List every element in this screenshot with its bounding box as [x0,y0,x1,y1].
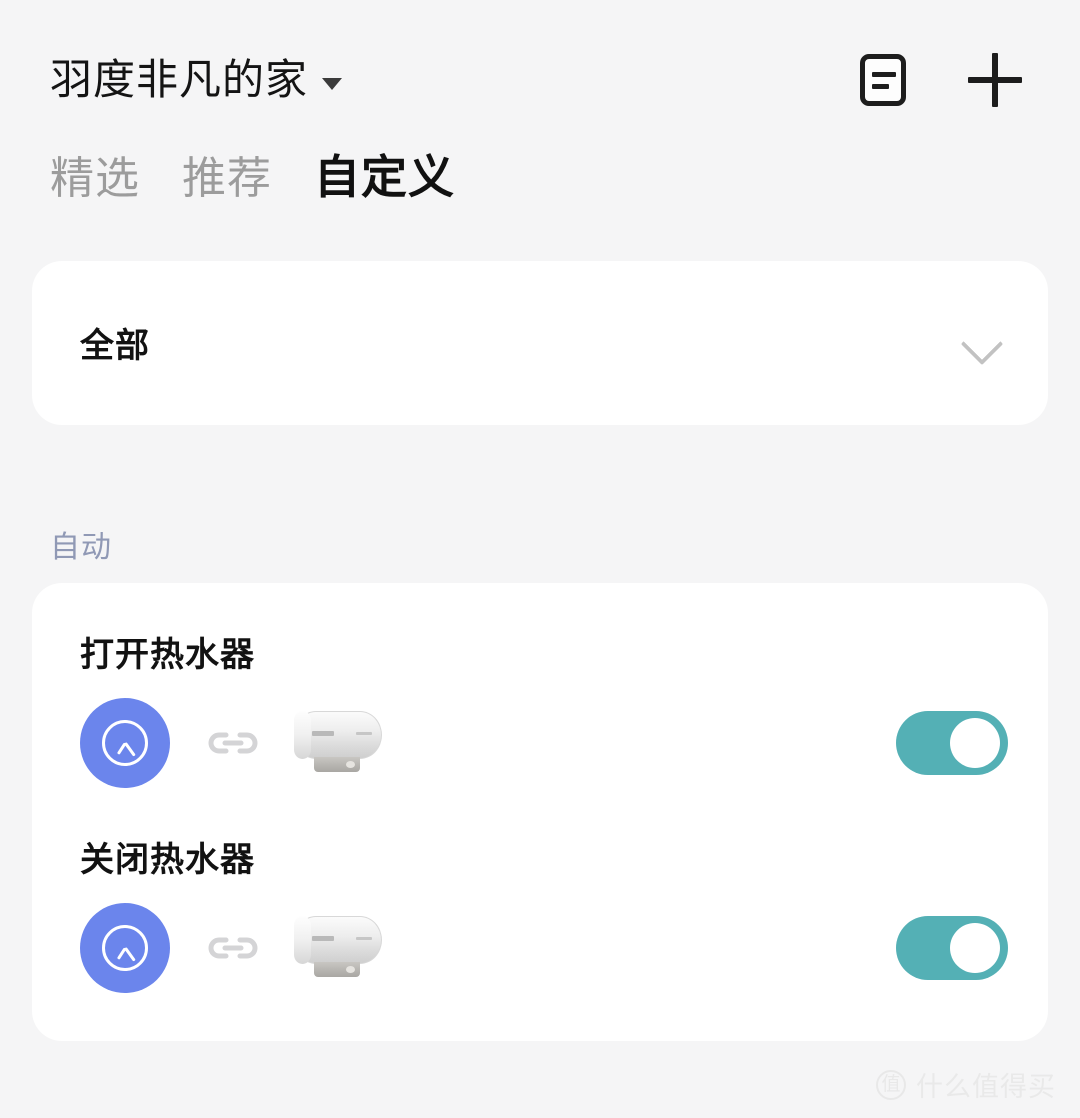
water-heater-thumbnail [290,912,386,984]
automation-toggle[interactable] [896,915,1008,980]
scene-filter-dropdown[interactable]: 全部 [32,260,1048,425]
trigger-badge[interactable] [80,697,170,788]
tab-recommended[interactable]: 推荐 [182,153,272,206]
home-name-label: 羽度非凡的家 [50,56,309,103]
clock-icon [102,719,148,766]
automation-list-card: 打开热水器 关闭热水器 [32,582,1048,1041]
watermark-text: 什么值得买 [916,1072,1056,1102]
header-actions [860,53,1022,107]
log-list-icon[interactable] [860,54,906,106]
caret-down-icon[interactable] [322,78,343,90]
list-item[interactable]: 关闭热水器 [32,788,1048,993]
link-chain-icon [206,931,260,965]
tab-bar: 精选 推荐 自定义 [0,112,1080,206]
filter-selected-label: 全部 [80,327,150,366]
automation-name: 关闭热水器 [80,840,255,879]
automation-toggle[interactable] [896,710,1008,775]
list-item[interactable]: 打开热水器 [32,613,1048,788]
automation-row [32,881,1048,993]
toggle-knob [950,717,1000,768]
home-selector[interactable]: 羽度非凡的家 [50,56,343,103]
water-heater-thumbnail [290,707,386,779]
watermark: 值 什么值得买 [876,1065,1056,1104]
tab-featured[interactable]: 精选 [50,153,140,206]
trigger-badge[interactable] [80,902,170,993]
tab-custom[interactable]: 自定义 [314,150,455,205]
log-line-2 [872,83,889,89]
chevron-down-icon[interactable] [962,323,1002,363]
log-line-1 [872,71,896,77]
link-chain-icon [206,726,260,760]
app-header: 羽度非凡的家 [0,0,1080,112]
watermark-badge: 值 [876,1069,906,1100]
clock-icon [102,924,148,971]
automation-row [32,676,1048,788]
toggle-knob [950,922,1000,973]
automation-name: 打开热水器 [80,635,255,674]
plus-icon[interactable] [968,53,1022,107]
section-label-automation: 自动 [50,530,112,564]
